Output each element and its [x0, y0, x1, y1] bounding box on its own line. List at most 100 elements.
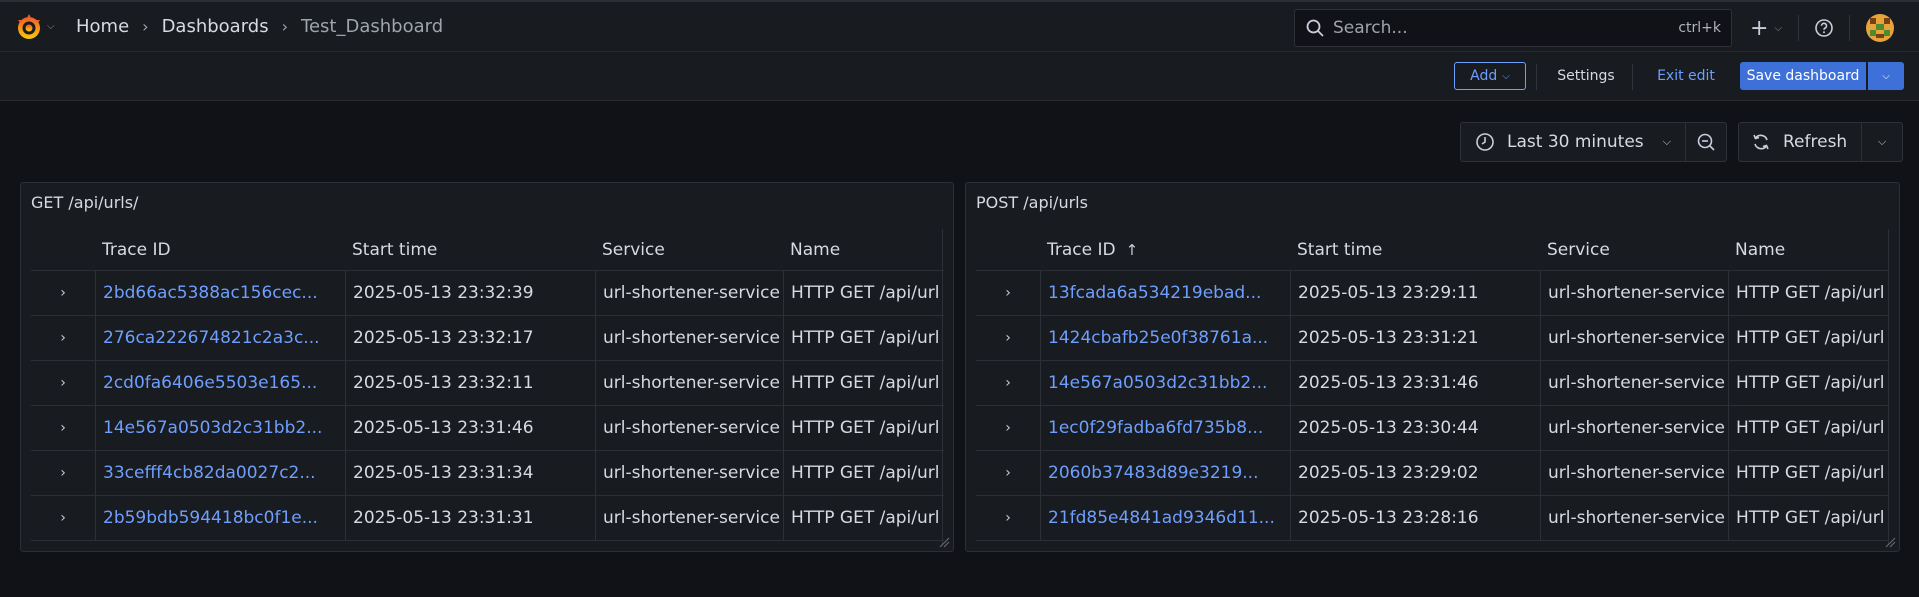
table-scroll-edge [942, 229, 943, 544]
trace-id-link[interactable]: 2cd0fa6406e5503e165... [103, 373, 317, 393]
trace-id-link[interactable]: 1ec0f29fadba6fd735b8... [1048, 418, 1263, 438]
refresh-icon [1753, 134, 1769, 150]
row-expand-button[interactable]: › [31, 496, 95, 540]
search-input[interactable]: Search... ctrl+k [1294, 9, 1732, 47]
name-cell: HTTP GET /api/url [783, 316, 944, 360]
time-range-picker: Last 30 minutes ⌵ [1460, 122, 1727, 162]
column-header-start-time[interactable]: Start time [345, 229, 595, 270]
row-expand-button[interactable]: › [976, 406, 1040, 450]
trace-id-link[interactable]: 14e567a0503d2c31bb2... [1048, 373, 1267, 393]
clock-icon [1476, 133, 1494, 151]
trace-id-link[interactable]: 1424cbafb25e0f38761a... [1048, 328, 1268, 348]
chevron-down-icon: ⌵ [1774, 22, 1783, 34]
breadcrumb-current: Test_Dashboard [301, 16, 444, 37]
exit-edit-button[interactable]: Exit edit [1644, 62, 1728, 90]
chevron-down-icon: ⌵ [1502, 70, 1510, 82]
grafana-logo-icon [18, 13, 40, 39]
table-row: › 13fcada6a534219ebad... 2025-05-13 23:2… [976, 271, 1889, 316]
plus-icon: + [1749, 15, 1769, 41]
chevron-right-icon: › [142, 17, 149, 36]
chevron-right-icon: › [281, 17, 289, 36]
column-header-service[interactable]: Service [595, 229, 783, 270]
table-row: › 2cd0fa6406e5503e165... 2025-05-13 23:3… [31, 361, 944, 406]
add-button[interactable]: Add ⌵ [1454, 62, 1526, 90]
row-expand-button[interactable]: › [31, 271, 95, 315]
chevron-right-icon: › [1005, 465, 1011, 481]
trace-id-cell: 276ca222674821c2a3c... [95, 316, 345, 360]
row-expand-button[interactable]: › [31, 451, 95, 495]
column-header-trace-id[interactable]: Trace ID ↑ [1040, 229, 1290, 270]
panel-title: POST /api/urls [976, 193, 1088, 212]
trace-id-link[interactable]: 2b59bdb594418bc0f1e... [103, 508, 318, 528]
trace-id-cell: 1ec0f29fadba6fd735b8... [1040, 406, 1290, 450]
start-time-cell: 2025-05-13 23:30:44 [1290, 406, 1540, 450]
name-cell: HTTP GET /api/url [1728, 361, 1889, 405]
table-row: › 2060b37483d89e3219... 2025-05-13 23:29… [976, 451, 1889, 496]
resize-handle-icon[interactable] [938, 536, 950, 548]
panel-post-api-urls[interactable]: POST /api/urls Trace ID ↑ Start time Serv… [965, 182, 1900, 552]
name-cell: HTTP GET /api/url [783, 406, 944, 450]
refresh-button[interactable]: Refresh [1739, 123, 1862, 161]
service-cell: url-shortener-service [1540, 496, 1728, 540]
name-cell: HTTP GET /api/url [783, 271, 944, 315]
table-row: › 2b59bdb594418bc0f1e... 2025-05-13 23:3… [31, 496, 944, 541]
chevron-right-icon: › [60, 330, 66, 346]
table-row: › 21fd85e4841ad9346d11... 2025-05-13 23:… [976, 496, 1889, 541]
breadcrumb-home[interactable]: Home [76, 16, 129, 37]
column-header-name[interactable]: Name [783, 229, 944, 270]
service-cell: url-shortener-service [1540, 316, 1728, 360]
chevron-down-icon: ⌵ [47, 21, 55, 32]
trace-id-link[interactable]: 33cefff4cb82da0027c2... [103, 463, 316, 483]
row-expand-button[interactable]: › [976, 271, 1040, 315]
row-expand-button[interactable]: › [976, 361, 1040, 405]
row-expand-button[interactable]: › [976, 316, 1040, 360]
name-cell: HTTP GET /api/url [1728, 406, 1889, 450]
help-icon [1815, 19, 1833, 37]
service-cell: url-shortener-service [595, 451, 783, 495]
zoom-out-button[interactable] [1686, 123, 1726, 161]
settings-button[interactable]: Settings [1546, 62, 1626, 90]
trace-id-link[interactable]: 13fcada6a534219ebad... [1048, 283, 1261, 303]
row-expand-button[interactable]: › [31, 361, 95, 405]
column-header-service[interactable]: Service [1540, 229, 1728, 270]
trace-id-cell: 14e567a0503d2c31bb2... [95, 406, 345, 450]
zoom-out-icon [1697, 133, 1715, 151]
grafana-menu-button[interactable]: ⌵ [14, 12, 64, 42]
trace-id-link[interactable]: 2bd66ac5388ac156cec... [103, 283, 318, 303]
service-cell: url-shortener-service [595, 316, 783, 360]
time-range-button[interactable]: Last 30 minutes ⌵ [1461, 123, 1686, 161]
trace-id-cell: 2b59bdb594418bc0f1e... [95, 496, 345, 540]
start-time-cell: 2025-05-13 23:29:02 [1290, 451, 1540, 495]
refresh-label: Refresh [1783, 132, 1848, 152]
save-dashboard-button[interactable]: Save dashboard [1740, 62, 1866, 90]
service-cell: url-shortener-service [595, 496, 783, 540]
trace-id-cell: 1424cbafb25e0f38761a... [1040, 316, 1290, 360]
save-options-button[interactable]: ⌵ [1868, 62, 1904, 90]
table-row: › 1424cbafb25e0f38761a... 2025-05-13 23:… [976, 316, 1889, 361]
breadcrumb-dashboards[interactable]: Dashboards [162, 16, 269, 37]
name-cell: HTTP GET /api/url [783, 361, 944, 405]
help-button[interactable] [1807, 11, 1841, 45]
resize-handle-icon[interactable] [1884, 536, 1896, 548]
service-cell: url-shortener-service [1540, 271, 1728, 315]
service-cell: url-shortener-service [595, 271, 783, 315]
row-expand-button[interactable]: › [976, 496, 1040, 540]
column-header-trace-id[interactable]: Trace ID [95, 229, 345, 270]
start-time-cell: 2025-05-13 23:31:46 [1290, 361, 1540, 405]
user-avatar[interactable] [1866, 14, 1894, 42]
chevron-right-icon: › [1005, 330, 1011, 346]
row-expand-button[interactable]: › [31, 406, 95, 450]
chevron-right-icon: › [60, 375, 66, 391]
trace-id-link[interactable]: 2060b37483d89e3219... [1048, 463, 1259, 483]
trace-id-link[interactable]: 276ca222674821c2a3c... [103, 328, 320, 348]
name-cell: HTTP GET /api/url [783, 451, 944, 495]
column-header-start-time[interactable]: Start time [1290, 229, 1540, 270]
column-header-name[interactable]: Name [1728, 229, 1889, 270]
panel-get-api-urls[interactable]: GET /api/urls/ Trace ID Start time Servi… [20, 182, 954, 552]
trace-id-link[interactable]: 14e567a0503d2c31bb2... [103, 418, 322, 438]
row-expand-button[interactable]: › [31, 316, 95, 360]
new-menu-button[interactable]: + ⌵ [1742, 11, 1790, 45]
row-expand-button[interactable]: › [976, 451, 1040, 495]
trace-id-link[interactable]: 21fd85e4841ad9346d11... [1048, 508, 1275, 528]
refresh-interval-button[interactable]: ⌵ [1862, 123, 1902, 161]
